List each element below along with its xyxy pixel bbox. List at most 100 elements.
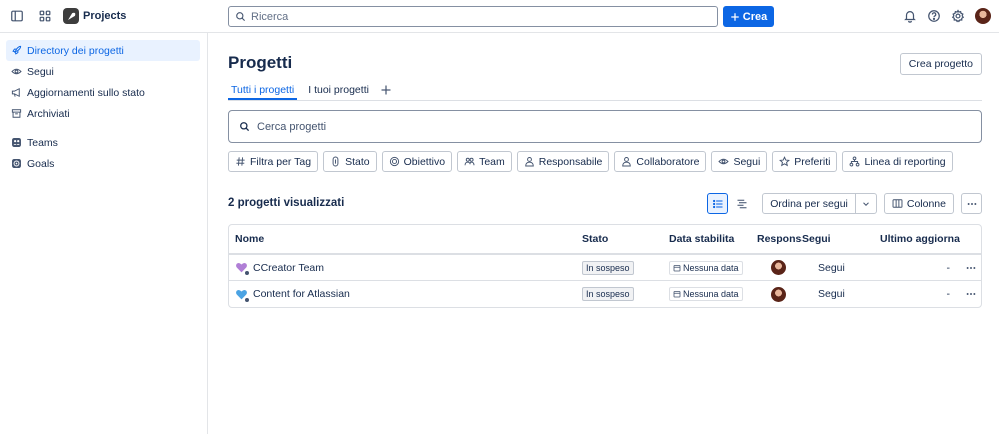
notifications-bell-icon[interactable] [898, 4, 922, 28]
eye-icon [718, 158, 730, 165]
sidebar-item-label: Teams [27, 136, 58, 149]
person-icon [524, 157, 534, 167]
sort-dropdown[interactable]: Ordina per segui [762, 193, 877, 214]
person-icon [622, 157, 632, 167]
status-badge: In sospeso [582, 287, 634, 301]
timeline-view-button[interactable] [731, 193, 752, 214]
follow-link[interactable]: Segui [802, 288, 880, 300]
more-horizontal-icon [966, 266, 975, 269]
column-header-name[interactable]: Nome [229, 233, 582, 245]
top-right-actions [898, 4, 991, 28]
megaphone-icon [11, 87, 20, 98]
due-date-pill[interactable]: Nessuna data [669, 287, 743, 301]
column-header-owner[interactable]: Responsabile [757, 233, 802, 245]
owner-avatar[interactable] [771, 260, 786, 275]
settings-gear-icon[interactable] [946, 4, 970, 28]
timeline-view-icon [737, 199, 747, 208]
create-button[interactable]: Crea [723, 6, 774, 27]
chevron-down-icon[interactable] [856, 194, 876, 213]
sidebar-item-goals[interactable]: Goals [6, 153, 200, 174]
filter-reporting-line-button[interactable]: Linea di reporting [842, 151, 953, 172]
filter-label: Stato [345, 155, 370, 168]
global-search[interactable] [228, 6, 718, 27]
table-row[interactable]: CCreator Team In sospeso Nessuna data Se… [229, 255, 981, 281]
list-view-icon [712, 199, 723, 208]
filter-owner-button[interactable]: Responsabile [516, 151, 610, 172]
list-view-button[interactable] [707, 193, 729, 214]
sidebar-item-status-updates[interactable]: Aggiornamenti sullo stato [6, 82, 200, 103]
app-switcher-icon[interactable] [33, 4, 57, 28]
page-title: Progetti [228, 53, 293, 72]
filter-label: Filtra per Tag [250, 155, 312, 168]
column-header-due-date[interactable]: Data stabilita [669, 233, 757, 245]
row-more-button[interactable] [960, 262, 981, 274]
lock-badge-icon [244, 296, 250, 303]
more-options-button[interactable] [961, 193, 982, 214]
more-horizontal-icon [966, 293, 975, 295]
follow-link[interactable]: Segui [802, 262, 880, 274]
filter-label: Preferiti [794, 155, 831, 168]
filter-goal-button[interactable]: Obiettivo [381, 151, 453, 172]
due-date-pill[interactable]: Nessuna data [669, 260, 743, 275]
sidebar-toggle-icon[interactable] [5, 4, 29, 28]
column-header-last-update[interactable]: Ultimo aggiornamento [880, 233, 960, 245]
project-search-input[interactable] [257, 120, 957, 133]
sidebar-item-label: Archiviati [27, 107, 70, 120]
column-header-status[interactable]: Stato [582, 233, 669, 245]
sidebar-item-label: Aggiornamenti sullo stato [27, 86, 145, 99]
tab-your-projects[interactable]: I tuoi progetti [305, 84, 372, 100]
filter-label: Linea di reporting [864, 155, 946, 168]
filter-label: Team [479, 155, 505, 168]
tab-all-projects[interactable]: Tutti i progetti [228, 84, 298, 100]
status-icon [332, 156, 339, 167]
team-icon [464, 157, 475, 166]
help-icon[interactable] [922, 4, 946, 28]
sidebar-item-label: Directory dei progetti [27, 44, 124, 57]
user-avatar[interactable] [975, 8, 991, 24]
filter-label: Responsabile [538, 155, 603, 168]
sidebar-item-follow[interactable]: Segui [6, 61, 200, 82]
table-row[interactable]: Content for Atlassian In sospeso Nessuna… [229, 281, 981, 307]
filter-tag-button[interactable]: Filtra per Tag [228, 151, 319, 172]
filter-label: Collaboratore [636, 155, 700, 168]
global-search-input[interactable] [251, 10, 691, 23]
project-name-link[interactable]: Content for Atlassian [253, 288, 350, 300]
filter-favorites-button[interactable]: Preferiti [772, 151, 838, 172]
rocket-icon [12, 45, 22, 55]
app-home-link[interactable]: Projects [63, 8, 126, 24]
sidebar-item-directory[interactable]: Directory dei progetti [6, 40, 200, 61]
lock-badge-icon [244, 270, 250, 276]
filter-contributor-button[interactable]: Collaboratore [614, 151, 707, 172]
sidebar-item-teams[interactable]: Teams [6, 132, 200, 153]
project-tabs: Tutti i progetti I tuoi progetti [228, 81, 982, 101]
filter-label: Obiettivo [403, 155, 446, 168]
owner-avatar[interactable] [771, 286, 786, 302]
view-toggle [707, 193, 752, 214]
search-icon [240, 122, 250, 132]
sidebar-item-archived[interactable]: Archiviati [6, 103, 200, 124]
goals-icon [12, 159, 21, 168]
row-more-button[interactable] [960, 288, 981, 300]
filter-status-button[interactable]: Stato [323, 151, 377, 172]
create-project-button[interactable]: Crea progetto [899, 53, 982, 75]
calendar-icon [673, 291, 681, 298]
column-header-follow[interactable]: Segui [802, 233, 880, 245]
create-button-label: Crea [742, 10, 768, 23]
project-name-link[interactable]: CCreator Team [253, 262, 324, 274]
columns-button[interactable]: Colonne [883, 193, 954, 214]
due-date-label: Nessuna data [683, 262, 739, 273]
filter-follow-button[interactable]: Segui [711, 151, 768, 172]
archive-icon [11, 109, 22, 118]
filter-team-button[interactable]: Team [457, 151, 512, 172]
filter-bar: Filtra per Tag Stato Obiettivo Team Resp… [228, 151, 953, 172]
search-icon [236, 12, 246, 22]
star-icon [779, 156, 791, 167]
sort-label[interactable]: Ordina per segui [763, 194, 856, 213]
app-name: Projects [83, 10, 127, 22]
calendar-icon [673, 264, 681, 271]
add-tab-plus-icon[interactable] [380, 84, 392, 96]
target-icon [389, 156, 399, 167]
project-search[interactable] [228, 110, 982, 143]
projects-table: Nome Stato Data stabilita Responsabile S… [228, 224, 982, 308]
last-update-value: - [946, 288, 951, 300]
